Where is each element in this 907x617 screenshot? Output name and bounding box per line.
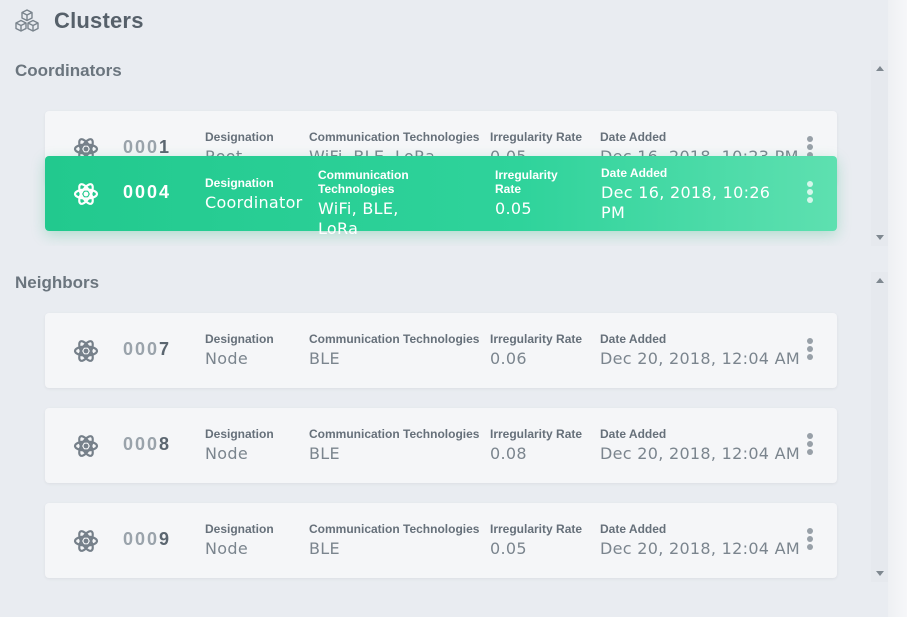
cluster-id: 0009: [123, 529, 171, 550]
communication-label: Communication Technologies: [309, 522, 480, 536]
communication-field: Communication Technologies BLE: [309, 427, 479, 464]
cluster-id-last: 1: [159, 137, 172, 157]
designation-label: Designation: [205, 427, 274, 441]
designation-value: Node: [205, 349, 248, 368]
date-field: Date Added Dec 20, 2018, 12:04 AM: [600, 332, 800, 369]
irregularity-label: Irregularity Rate: [490, 522, 583, 536]
irregularity-label: Irregularity Rate: [495, 168, 558, 196]
irregularity-label: Irregularity Rate: [490, 332, 583, 346]
atom-icon: [73, 338, 99, 364]
coordinators-list[interactable]: 0001 Designation Root Communication Tech…: [0, 96, 888, 246]
atom-icon: [73, 433, 99, 459]
list-item-0007[interactable]: 0007 Designation Node Communication Tech…: [45, 313, 837, 388]
cluster-id: 0007: [123, 339, 171, 360]
cluster-id: 0001: [123, 137, 171, 158]
irregularity-field: Irregularity Rate 0.05: [495, 168, 570, 219]
cluster-id-last: 4: [159, 182, 172, 202]
date-field: Date Added Dec 16, 2018, 10:26 PM: [601, 166, 776, 223]
designation-value: Coordinator: [205, 193, 303, 212]
designation-field: Designation Node: [205, 522, 274, 559]
irregularity-value: 0.05: [490, 539, 527, 558]
designation-label: Designation: [205, 130, 274, 144]
communication-field: Communication Technologies BLE: [309, 332, 479, 369]
communication-label: Communication Technologies: [309, 427, 480, 441]
cluster-id-prefix: 000: [123, 339, 160, 359]
date-label: Date Added: [601, 166, 668, 180]
cluster-id-prefix: 000: [123, 434, 160, 454]
irregularity-label: Irregularity Rate: [490, 130, 583, 144]
designation-label: Designation: [205, 176, 274, 190]
cluster-id: 0004: [123, 182, 171, 203]
date-value: Dec 20, 2018, 12:04 AM: [600, 444, 801, 463]
coordinators-scrollbar[interactable]: [871, 60, 888, 246]
designation-field: Designation Node: [205, 427, 274, 464]
more-options-icon[interactable]: [805, 528, 815, 554]
coordinators-section-title: Coordinators: [15, 61, 122, 80]
neighbors-scrollbar[interactable]: [871, 272, 888, 582]
designation-field: Designation Node: [205, 332, 274, 369]
date-value: Dec 16, 2018, 10:26 PM: [601, 183, 771, 222]
page-header: Clusters: [14, 6, 144, 36]
date-label: Date Added: [600, 130, 667, 144]
irregularity-value: 0.08: [490, 444, 527, 463]
list-item-0008[interactable]: 0008 Designation Node Communication Tech…: [45, 408, 837, 483]
more-options-icon[interactable]: [805, 338, 815, 364]
communication-label: Communication Technologies: [309, 130, 480, 144]
designation-value: Node: [205, 539, 248, 558]
date-field: Date Added Dec 20, 2018, 12:04 AM: [600, 522, 800, 559]
communication-field: Communication Technologies WiFi, BLE, Lo…: [318, 168, 438, 239]
cluster-id-last: 9: [159, 529, 172, 549]
irregularity-value: 0.06: [490, 349, 527, 368]
communication-value: BLE: [309, 539, 340, 558]
neighbors-list[interactable]: 0007 Designation Node Communication Tech…: [0, 296, 888, 582]
communication-value: BLE: [309, 349, 340, 368]
more-options-icon[interactable]: [805, 433, 815, 459]
neighbors-section-title: Neighbors: [15, 273, 100, 292]
irregularity-label: Irregularity Rate: [490, 427, 583, 441]
cluster-id-prefix: 000: [123, 137, 160, 157]
irregularity-value: 0.05: [495, 199, 532, 218]
more-options-icon[interactable]: [805, 181, 815, 207]
page-title: Clusters: [54, 8, 144, 33]
designation-label: Designation: [205, 332, 274, 346]
irregularity-field: Irregularity Rate 0.05: [490, 522, 582, 559]
date-value: Dec 20, 2018, 12:04 AM: [600, 539, 801, 558]
cluster-id-last: 7: [159, 339, 172, 359]
irregularity-field: Irregularity Rate 0.08: [490, 427, 582, 464]
irregularity-field: Irregularity Rate 0.06: [490, 332, 582, 369]
cluster-id: 0008: [123, 434, 171, 455]
window-edge: [888, 0, 907, 617]
communication-label: Communication Technologies: [309, 332, 480, 346]
designation-value: Node: [205, 444, 248, 463]
atom-icon: [73, 528, 99, 554]
date-label: Date Added: [600, 332, 667, 346]
scroll-up-icon[interactable]: [876, 278, 884, 283]
scroll-down-icon[interactable]: [876, 235, 884, 240]
designation-label: Designation: [205, 522, 274, 536]
scroll-up-icon[interactable]: [876, 66, 884, 71]
atom-icon: [73, 181, 99, 207]
list-item-0004[interactable]: 0004 Designation Coordinator Communicati…: [45, 156, 837, 238]
list-item-0009[interactable]: 0009 Designation Node Communication Tech…: [45, 503, 837, 578]
communication-field: Communication Technologies BLE: [309, 522, 479, 559]
cluster-id-prefix: 000: [123, 182, 160, 202]
cluster-id-last: 8: [159, 434, 172, 454]
communication-label: Communication Technologies: [318, 168, 409, 196]
scroll-down-icon[interactable]: [876, 571, 884, 576]
designation-field: Designation Coordinator: [205, 176, 303, 213]
date-label: Date Added: [600, 427, 667, 441]
date-value: Dec 20, 2018, 12:04 AM: [600, 349, 801, 368]
cluster-id-prefix: 000: [123, 529, 160, 549]
date-label: Date Added: [600, 522, 667, 536]
communication-value: WiFi, BLE, LoRa: [318, 199, 399, 238]
communication-value: BLE: [309, 444, 340, 463]
cubes-icon: [14, 8, 40, 34]
date-field: Date Added Dec 20, 2018, 12:04 AM: [600, 427, 800, 464]
